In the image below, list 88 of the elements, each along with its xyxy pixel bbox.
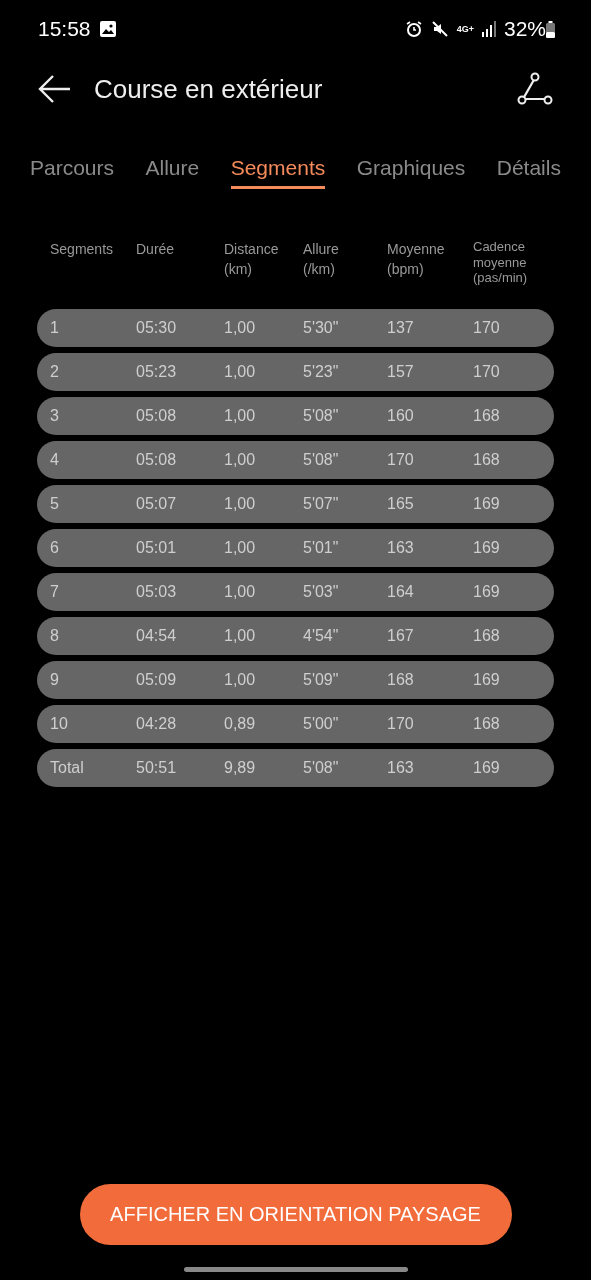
table-cell-text: 9,89: [224, 759, 257, 777]
table-cell-text: 157: [387, 363, 415, 381]
table-cell-text: 7: [50, 583, 60, 601]
table-cell-text: 05:08: [136, 451, 178, 469]
tab[interactable]: Allure: [145, 156, 200, 189]
column-header: Allure (/km): [303, 240, 340, 280]
table-cell-text: 50:51: [136, 759, 178, 777]
table-cell-text: 04:54: [136, 627, 178, 645]
table-cell-text: 168: [473, 715, 501, 733]
table-cell-text: 137: [387, 319, 415, 337]
signal-icon: [481, 21, 496, 37]
image-icon: [98, 20, 117, 38]
column-header: Moyenne (bpm): [387, 240, 446, 280]
table-cell-text: 1: [50, 319, 60, 337]
table-cell-text: 5'23": [303, 363, 340, 381]
table-cell-text: 163: [387, 759, 415, 777]
table-cell-text: 5: [50, 495, 60, 513]
table-cell-text: 167: [387, 627, 415, 645]
table-cell-text: 168: [473, 407, 501, 425]
table-cell-text: 1,00: [224, 495, 257, 513]
table-cell-text: 5'03": [303, 583, 340, 601]
table-cell-text: 05:09: [136, 671, 178, 689]
table-cell-text: 168: [473, 451, 501, 469]
table-cell-text: 1,00: [224, 319, 257, 337]
table-cell-text: 0,89: [224, 715, 257, 733]
alarm-icon: [404, 20, 423, 38]
table-cell-text: 168: [387, 671, 415, 689]
table-cell-text: 164: [387, 583, 415, 601]
table-cell-text: 4: [50, 451, 60, 469]
table-cell-text: 1,00: [224, 539, 257, 557]
table-cell-text: 04:28: [136, 715, 178, 733]
table-cell-text: 1,00: [224, 671, 257, 689]
table-cell-text: 5'01": [303, 539, 340, 557]
network-type: 4G+: [456, 24, 474, 34]
page-title: Course en extérieur: [94, 73, 324, 105]
table-cell-text: 05:01: [136, 539, 178, 557]
column-header: Segments: [50, 240, 115, 259]
table-cell-text: 170: [387, 715, 415, 733]
table-cell-text: 05:30: [136, 319, 178, 337]
table-cell-text: 3: [50, 407, 60, 425]
table-cell-text: 05:08: [136, 407, 178, 425]
table-cell-text: 1,00: [224, 627, 257, 645]
column-header: Durée: [136, 240, 176, 259]
status-time: 15:58: [38, 17, 91, 41]
table-cell-text: 160: [387, 407, 415, 425]
column-header: Cadence moyenne (pas/min): [473, 239, 529, 288]
table-cell-text: 10: [50, 715, 69, 733]
table-cell-text: 1,00: [224, 583, 257, 601]
table-cell-text: 168: [473, 627, 501, 645]
table-cell-text: 5'00": [303, 715, 340, 733]
table-cell-text: 2: [50, 363, 60, 381]
table-cell-text: 9: [50, 671, 60, 689]
table-cell-text: 6: [50, 539, 60, 557]
table-cell-text: 163: [387, 539, 415, 557]
table-cell-text: 5'09": [303, 671, 340, 689]
back-arrow-icon[interactable]: [38, 74, 72, 104]
table-cell-text: 4'54": [303, 627, 340, 645]
table-cell-text: Total: [50, 759, 85, 777]
table-cell-text: 1,00: [224, 407, 257, 425]
table-cell-text: 169: [473, 671, 501, 689]
tab[interactable]: Détails: [496, 156, 561, 189]
table-cell-text: 170: [387, 451, 415, 469]
table-cell-text: 5'07": [303, 495, 340, 513]
table-cell-text: 05:03: [136, 583, 178, 601]
route-icon[interactable]: [517, 71, 553, 107]
table-cell-text: 05:07: [136, 495, 178, 513]
table-cell-text: 5'08": [303, 407, 340, 425]
battery-percent: 32%: [503, 17, 546, 41]
battery-icon: [546, 20, 555, 38]
table-cell-text: 5'08": [303, 759, 340, 777]
table-cell-text: 1,00: [224, 451, 257, 469]
table-cell-text: 169: [473, 583, 501, 601]
table-cell-text: 5'08": [303, 451, 340, 469]
column-header: Distance (km): [224, 240, 280, 280]
mute-icon: [430, 20, 449, 38]
tab[interactable]: Graphiques: [356, 156, 466, 189]
table-cell-text: 05:23: [136, 363, 178, 381]
table-cell-text: 169: [473, 539, 501, 557]
tab[interactable]: Segments: [230, 156, 326, 189]
table-cell-text: 169: [473, 495, 501, 513]
table-cell-text: 165: [387, 495, 415, 513]
table-cell-text: 8: [50, 627, 60, 645]
tab[interactable]: Parcours: [30, 156, 115, 189]
table-cell-text: 1,00: [224, 363, 257, 381]
table-cell-text: 170: [473, 363, 501, 381]
table-cell-text: 169: [473, 759, 501, 777]
table-cell-text: 170: [473, 319, 501, 337]
table-cell-text: 5'30": [303, 319, 340, 337]
